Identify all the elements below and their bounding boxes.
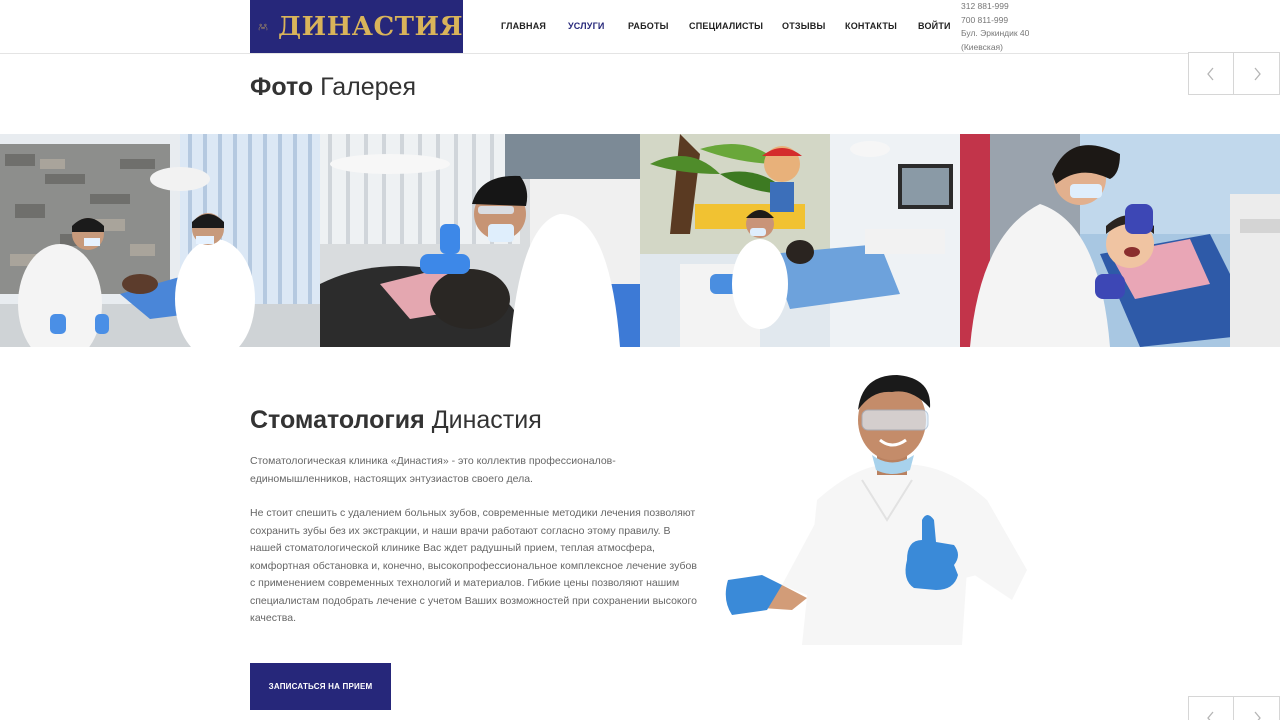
site-header: ДИНАСТИЯ ГЛАВНАЯ УСЛУГИ РАБОТЫ СПЕЦИАЛИС… [0, 0, 1280, 54]
nav-item-services[interactable]: УСЛУГИ [568, 21, 605, 31]
site-logo[interactable]: ДИНАСТИЯ [250, 0, 463, 53]
book-appointment-button[interactable]: ЗАПИСАТЬСЯ НА ПРИЕМ [250, 663, 391, 710]
about-paragraph-1: Стоматологическая клиника «Династия» - э… [250, 455, 616, 485]
nav-item-reviews[interactable]: ОТЗЫВЫ [782, 21, 825, 31]
dentist-closeup-photo-icon [320, 134, 640, 347]
logo-text: ДИНАСТИЯ [278, 11, 463, 42]
chevron-right-icon [1254, 67, 1261, 80]
child-patient-photo-icon [960, 134, 1280, 347]
slider-prev-button[interactable] [1188, 696, 1234, 720]
photo-gallery [0, 134, 1280, 347]
chevron-right-icon [1254, 711, 1261, 720]
family-emblem-icon [258, 23, 268, 30]
gallery-title-bold: Фото [250, 73, 314, 101]
phone-1[interactable]: 312 881-999 [961, 0, 1029, 14]
address-line-1: Бул. Эркиндик 40 [961, 28, 1030, 38]
nav-item-login[interactable]: ВОЙТИ [918, 21, 951, 31]
gallery-photo-3[interactable] [640, 134, 960, 347]
gallery-prev-button[interactable] [1188, 52, 1234, 95]
nav-item-works[interactable]: РАБОТЫ [628, 21, 669, 31]
nav-item-specialists[interactable]: СПЕЦИАЛИСТЫ [689, 21, 763, 31]
about-title: Стоматология Династия [250, 406, 542, 435]
doctor-thumbs-up-photo-icon [725, 375, 1027, 645]
about-title-light: Династия [431, 406, 542, 434]
gallery-next-button[interactable] [1234, 52, 1280, 95]
header-contact-info: 312 881-999 700 811-999 Бул. Эркиндик 40… [961, 0, 1029, 54]
gallery-slider-controls [1188, 52, 1280, 95]
address-line-2: (Киевская) [961, 41, 1003, 52]
kids-room-treatment-photo-icon [640, 134, 960, 347]
gallery-photo-1[interactable] [0, 134, 320, 347]
chevron-left-icon [1207, 67, 1214, 80]
slider-next-button[interactable] [1234, 696, 1280, 720]
gallery-photo-4[interactable] [960, 134, 1280, 347]
phone-2[interactable]: 700 811-999 [961, 14, 1029, 28]
gallery-photo-2[interactable] [320, 134, 640, 347]
gallery-title-light: Галерея [320, 73, 416, 101]
gallery-title: Фото Галерея [250, 73, 416, 102]
about-title-bold: Стоматология [250, 406, 425, 434]
nav-item-home[interactable]: ГЛАВНАЯ [501, 21, 546, 31]
nav-item-contacts[interactable]: КОНТАКТЫ [845, 21, 897, 31]
chevron-left-icon [1207, 711, 1214, 720]
testimonials-slider-controls [1188, 696, 1280, 720]
about-paragraph-2: Не стоит спешить с удалением больных зуб… [250, 507, 697, 624]
dentists-treating-patient-photo-icon [0, 134, 320, 347]
